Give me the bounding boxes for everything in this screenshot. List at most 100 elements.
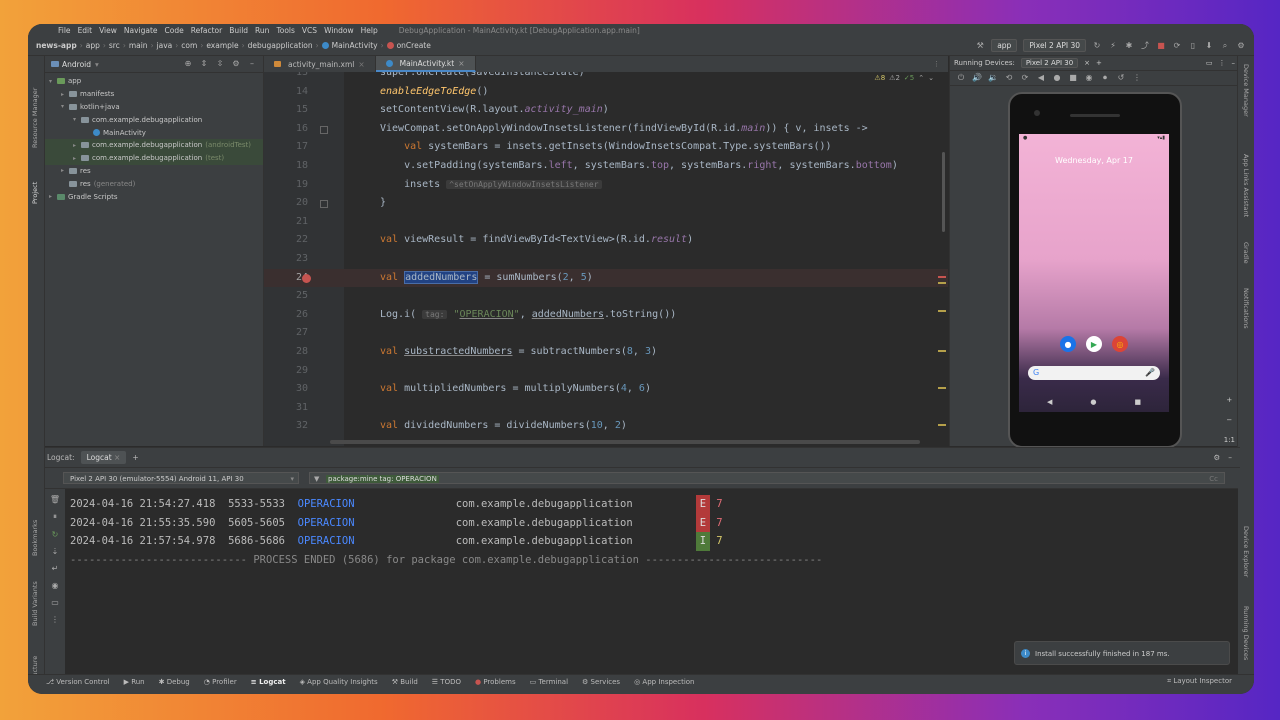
gear-icon[interactable]: ⚙ bbox=[1214, 453, 1221, 462]
volume-down-icon[interactable]: 🔉 bbox=[988, 73, 998, 83]
menu-navigate[interactable]: Navigate bbox=[124, 26, 158, 35]
breakpoint-icon[interactable] bbox=[302, 273, 311, 283]
google-search-bar[interactable]: G 🎤 bbox=[1028, 366, 1160, 380]
tree-item-res[interactable]: ▸ res bbox=[45, 165, 263, 178]
tree-item-package-androidtest[interactable]: ▸ com.example.debugapplication (androidTes… bbox=[45, 138, 263, 152]
play-store-icon[interactable]: ▶ bbox=[1086, 336, 1102, 352]
menu-help[interactable]: Help bbox=[361, 26, 378, 35]
power-icon[interactable]: ⏻ bbox=[956, 73, 966, 83]
chevron-down-icon[interactable]: ▾ bbox=[95, 60, 99, 69]
gradle-tab[interactable]: Gradle bbox=[1242, 242, 1250, 264]
device-tab[interactable]: Pixel 2 API 30 bbox=[1020, 58, 1079, 68]
tool-app-quality-insights[interactable]: ◈ App Quality Insights bbox=[300, 678, 378, 686]
rotate-right-icon[interactable]: ⟳ bbox=[1020, 73, 1030, 83]
stop-icon[interactable]: ■ bbox=[1156, 41, 1166, 51]
snapshot-icon[interactable]: ↺ bbox=[1116, 73, 1126, 83]
menu-code[interactable]: Code bbox=[165, 26, 184, 35]
apply-changes-icon[interactable]: ⚡ bbox=[1108, 41, 1118, 51]
app-links-tab[interactable]: App Links Assistant bbox=[1242, 154, 1250, 217]
more-icon[interactable]: ⋮ bbox=[933, 60, 940, 68]
attach-debugger-icon[interactable]: ⤴ bbox=[1140, 41, 1150, 51]
bookmarks-tab[interactable]: Bookmarks bbox=[31, 520, 39, 556]
gear-icon[interactable]: ⚙ bbox=[231, 59, 241, 69]
breadcrumb-com[interactable]: com bbox=[181, 41, 197, 50]
tool-debug[interactable]: ✱ Debug bbox=[159, 678, 190, 686]
breadcrumb-method[interactable]: onCreate bbox=[397, 41, 431, 50]
warning-stripe-mark[interactable] bbox=[938, 282, 946, 284]
build-variants-tab[interactable]: Build Variants bbox=[31, 581, 39, 626]
phone-screen[interactable]: ● ▾▴▮ Wednesday, Apr 17 ● ▶ ◎ G 🎤 ◀ ● ■ bbox=[1019, 134, 1169, 412]
close-icon[interactable]: × bbox=[458, 59, 464, 68]
project-view-select[interactable]: Android bbox=[62, 60, 91, 69]
install-toast[interactable]: i Install successfully finished in 187 ms… bbox=[1014, 641, 1230, 665]
nav-back-icon[interactable]: ◀ bbox=[1047, 398, 1052, 406]
warning-stripe-mark[interactable] bbox=[938, 350, 946, 352]
expand-all-icon[interactable]: ⇕ bbox=[199, 59, 209, 69]
hide-icon[interactable]: – bbox=[247, 59, 257, 69]
sdk-manager-icon[interactable]: ⬇ bbox=[1204, 41, 1214, 51]
chrome-icon[interactable]: ◎ bbox=[1112, 336, 1128, 352]
zoom-out-icon[interactable]: − bbox=[1224, 416, 1235, 424]
resource-manager-tab[interactable]: Resource Manager bbox=[31, 88, 39, 148]
fold-icon[interactable] bbox=[320, 125, 328, 134]
tree-item-gradle-scripts[interactable]: ▸ Gradle Scripts bbox=[45, 190, 263, 203]
sync-icon[interactable]: ⟳ bbox=[1172, 41, 1182, 51]
breadcrumb-example[interactable]: example bbox=[206, 41, 238, 50]
notifications-tab[interactable]: Notifications bbox=[1242, 288, 1250, 329]
screen-record-icon[interactable]: ▭ bbox=[51, 598, 59, 607]
tool-todo[interactable]: ☰ TODO bbox=[432, 678, 461, 686]
close-icon[interactable]: × bbox=[1084, 59, 1090, 67]
tab-activity-main-xml[interactable]: activity_main.xml × bbox=[264, 56, 376, 72]
tree-item-package-test[interactable]: ▸ com.example.debugapplication (test) bbox=[45, 151, 263, 165]
tree-item-manifests[interactable]: ▸ manifests bbox=[45, 88, 263, 101]
menu-edit[interactable]: Edit bbox=[78, 26, 93, 35]
code-editor[interactable]: ⚠8 ⚠2 ✓5 ⌃ ⌄ 13 super.onCreate(savedInsta… bbox=[264, 72, 948, 446]
more-icon[interactable]: ⋮ bbox=[1132, 73, 1142, 83]
tool-logcat[interactable]: ≡ Logcat bbox=[251, 678, 286, 686]
tree-item-package[interactable]: ▾ com.example.debugapplication bbox=[45, 113, 263, 126]
device-select[interactable]: Pixel 2 API 30 bbox=[1023, 39, 1086, 52]
breadcrumb-project[interactable]: news-app bbox=[36, 41, 77, 50]
zoom-in-icon[interactable]: + bbox=[1224, 396, 1235, 404]
running-devices-tab[interactable]: Running Devices bbox=[1242, 606, 1250, 660]
tree-item-res-generated[interactable]: res (generated) bbox=[45, 177, 263, 190]
hammer-icon[interactable]: ⚒ bbox=[975, 41, 985, 51]
breadcrumb-package[interactable]: debugapplication bbox=[248, 41, 313, 50]
camera-icon[interactable]: ◉ bbox=[1084, 73, 1094, 83]
menu-run[interactable]: Run bbox=[255, 26, 269, 35]
nav-home-icon[interactable]: ● bbox=[1090, 398, 1096, 406]
close-icon[interactable]: × bbox=[358, 60, 364, 69]
home-icon[interactable]: ● bbox=[1052, 73, 1062, 83]
match-case-icon[interactable]: Cc bbox=[1209, 473, 1218, 485]
rerun-icon[interactable]: ↻ bbox=[1092, 41, 1102, 51]
messages-app-icon[interactable]: ● bbox=[1060, 336, 1076, 352]
device-select[interactable]: Pixel 2 API 30 (emulator-5554) Android 1… bbox=[63, 472, 299, 484]
tool-app-inspection[interactable]: ◎ App Inspection bbox=[634, 678, 694, 686]
pause-icon[interactable]: ⏸ bbox=[53, 512, 57, 522]
breadcrumb-app[interactable]: app bbox=[86, 41, 100, 50]
logcat-tab[interactable]: Logcat × bbox=[80, 451, 127, 464]
clear-logcat-icon[interactable]: 🗑 bbox=[50, 495, 60, 504]
menu-refactor[interactable]: Refactor bbox=[191, 26, 222, 35]
device-manager-tab[interactable]: Device Manager bbox=[1242, 64, 1250, 117]
menu-window[interactable]: Window bbox=[324, 26, 354, 35]
tool-problems[interactable]: ● Problems bbox=[475, 678, 516, 686]
hide-icon[interactable]: – bbox=[1228, 453, 1232, 462]
zoom-1-1[interactable]: 1:1 bbox=[1224, 436, 1235, 444]
more-icon[interactable]: ⋮ bbox=[1219, 59, 1226, 67]
tool-terminal[interactable]: ▭ Terminal bbox=[530, 678, 568, 686]
log-row[interactable]: 2024-04-16 21:54:27.418 5533-5533 OPERAC… bbox=[70, 495, 723, 514]
debug-icon[interactable]: ✱ bbox=[1124, 41, 1134, 51]
tree-item-app[interactable]: ▾ app bbox=[45, 75, 263, 88]
editor-scrollbar[interactable] bbox=[938, 72, 948, 446]
close-icon[interactable]: × bbox=[114, 453, 120, 462]
screenshot-icon[interactable]: ◉ bbox=[52, 581, 59, 590]
collapse-all-icon[interactable]: ⇳ bbox=[215, 59, 225, 69]
tool-services[interactable]: ⚙ Services bbox=[582, 678, 620, 686]
breadcrumb-java[interactable]: java bbox=[157, 41, 173, 50]
back-icon[interactable]: ◀ bbox=[1036, 73, 1046, 83]
horizontal-scrollbar[interactable] bbox=[330, 440, 920, 444]
breadcrumb-src[interactable]: src bbox=[109, 41, 120, 50]
search-icon[interactable]: ⌕ bbox=[1220, 41, 1230, 51]
screen-record-icon[interactable]: ⏺ bbox=[1100, 73, 1110, 83]
